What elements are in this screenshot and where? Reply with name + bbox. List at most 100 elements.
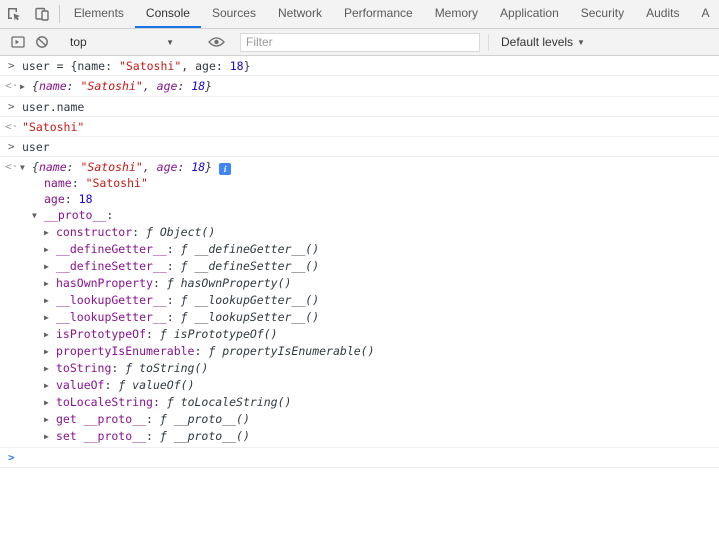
token-propname: age (157, 160, 178, 174)
disclosure-triangle-icon[interactable]: ▶ (44, 259, 56, 275)
tab-sources[interactable]: Sources (201, 0, 267, 28)
console-result-marker: <· (5, 79, 18, 93)
disclosure-triangle-icon[interactable]: ▶ (44, 378, 56, 394)
tab-performance[interactable]: Performance (333, 0, 424, 28)
token-propname: propertyIsEnumerable (56, 344, 194, 358)
disclosure-triangle-icon[interactable]: ▶ (44, 361, 56, 377)
disclosure-triangle-icon[interactable]: ▶ (44, 395, 56, 411)
token-propname: __defineGetter__ (56, 242, 167, 256)
token-plain: user (22, 140, 50, 154)
token-func: ƒ __proto__() (160, 412, 250, 426)
token-propname: valueOf (56, 378, 104, 392)
disclosure-triangle-icon[interactable]: ▶ (44, 429, 56, 445)
token-plain: : (167, 293, 181, 307)
disclosure-triangle-icon[interactable]: ▶ (44, 225, 56, 241)
token-string: "Satoshi" (81, 160, 143, 174)
devtools-window: ElementsConsoleSourcesNetworkPerformance… (0, 0, 719, 468)
object-tree-row[interactable]: ▶toString: ƒ toString() (0, 360, 711, 377)
token-plain: user = {name: (22, 59, 119, 73)
tab-memory[interactable]: Memory (424, 0, 489, 28)
tab-console[interactable]: Console (135, 0, 201, 28)
token-func: ƒ isPrototypeOf() (160, 327, 278, 341)
disclosure-triangle-icon[interactable]: ▶ (44, 276, 56, 292)
token-number: 18 (191, 160, 205, 174)
object-tree-row[interactable]: ▶propertyIsEnumerable: ƒ propertyIsEnume… (0, 343, 711, 360)
info-icon[interactable]: i (219, 163, 231, 175)
token-func: ƒ hasOwnProperty() (167, 276, 292, 290)
object-tree-row[interactable]: ▶__lookupSetter__: ƒ __lookupSetter__() (0, 309, 711, 326)
object-tree-row[interactable]: ▶toLocaleString: ƒ toLocaleString() (0, 394, 711, 411)
token-propname: constructor (56, 225, 132, 239)
token-plain: : (104, 378, 118, 392)
disclosure-triangle-icon[interactable]: ▶ (44, 293, 56, 309)
token-propname: set __proto__ (56, 429, 146, 443)
panel-tabs: ElementsConsoleSourcesNetworkPerformance… (63, 0, 719, 28)
token-propname: hasOwnProperty (56, 276, 153, 290)
execution-context-selector[interactable]: top ▼ (66, 33, 178, 51)
object-tree-row[interactable]: ▶hasOwnProperty: ƒ hasOwnProperty() (0, 275, 711, 292)
token-func: ƒ valueOf() (118, 378, 194, 392)
console-command-marker: > (8, 100, 15, 114)
tab-a[interactable]: A (690, 0, 719, 28)
console-result-row: <·▼{name: "Satoshi", age: 18}iname: "Sat… (0, 157, 719, 448)
log-levels-dropdown[interactable]: Default levels ▼ (497, 33, 589, 51)
disclosure-triangle-icon[interactable]: ▶ (44, 310, 56, 326)
tab-application[interactable]: Application (489, 0, 570, 28)
disclosure-triangle-icon[interactable]: ▶ (44, 344, 56, 360)
token-plain: : (132, 225, 146, 239)
token-func: ƒ __proto__() (160, 429, 250, 443)
disclosure-triangle-expanded-icon[interactable]: ▼ (20, 161, 32, 175)
clear-console-icon[interactable] (30, 35, 54, 49)
object-tree-row[interactable]: ▼__proto__: (0, 207, 711, 224)
disclosure-triangle-icon[interactable]: ▶ (44, 412, 56, 428)
token-propname: age (44, 192, 65, 206)
console-prompt-row[interactable]: > (0, 448, 719, 468)
console-command-marker: > (8, 59, 15, 73)
console-result-row: <·▶{name: "Satoshi", age: 18} (0, 76, 719, 97)
token-func: ƒ propertyIsEnumerable() (208, 344, 374, 358)
tab-audits[interactable]: Audits (635, 0, 690, 28)
token-plain: : (146, 327, 160, 341)
token-func: ƒ toString() (125, 361, 208, 375)
object-tree-row[interactable]: ▶__defineGetter__: ƒ __defineGetter__() (0, 241, 711, 258)
console-toolbar: top ▼ Default levels ▼ (0, 29, 719, 56)
token-plain: : (167, 310, 181, 324)
token-plain: : (194, 344, 208, 358)
inspect-element-icon[interactable] (0, 0, 28, 28)
object-tree-row[interactable]: ▶set __proto__: ƒ __proto__() (0, 428, 711, 445)
token-plain: : (177, 160, 191, 174)
token-plain: : (72, 176, 86, 190)
object-tree-row[interactable]: ▶__lookupGetter__: ƒ __lookupGetter__() (0, 292, 711, 309)
console-command-row: > user (0, 137, 719, 157)
object-tree-row[interactable]: ▶get __proto__: ƒ __proto__() (0, 411, 711, 428)
object-tree-row[interactable]: ▶constructor: ƒ Object() (0, 224, 711, 241)
tab-security[interactable]: Security (570, 0, 635, 28)
live-expression-eye-icon[interactable] (204, 36, 228, 48)
object-tree-row[interactable]: ▶isPrototypeOf: ƒ isPrototypeOf() (0, 326, 711, 343)
token-number: 18 (79, 192, 93, 206)
token-plain: : (146, 412, 160, 426)
token-string: "Satoshi" (86, 176, 148, 190)
filter-input[interactable] (240, 33, 480, 52)
toolbar-divider (488, 34, 489, 51)
console-sidebar-icon[interactable] (6, 35, 30, 49)
token-plain: : (106, 208, 113, 222)
devtools-tabbar: ElementsConsoleSourcesNetworkPerformance… (0, 0, 719, 29)
disclosure-triangle-icon[interactable]: ▶ (44, 327, 56, 343)
tab-network[interactable]: Network (267, 0, 333, 28)
token-plain: } (244, 59, 251, 73)
token-func: ƒ Object() (146, 225, 215, 239)
object-tree-row[interactable]: ▶__defineSetter__: ƒ __defineSetter__() (0, 258, 711, 275)
tab-elements[interactable]: Elements (63, 0, 135, 28)
device-toolbar-icon[interactable] (28, 0, 56, 28)
token-plain: : (167, 242, 181, 256)
token-plain: : (65, 192, 79, 206)
console-command-marker: > (8, 140, 15, 154)
disclosure-triangle-icon[interactable]: ▶ (44, 242, 56, 258)
token-propname: toLocaleString (56, 395, 153, 409)
token-propname: isPrototypeOf (56, 327, 146, 341)
disclosure-triangle-icon[interactable]: ▶ (20, 80, 32, 94)
object-tree-row[interactable]: ▶valueOf: ƒ valueOf() (0, 377, 711, 394)
console-prompt-marker: > (8, 451, 15, 465)
disclosure-triangle-expanded-icon[interactable]: ▼ (32, 208, 44, 224)
